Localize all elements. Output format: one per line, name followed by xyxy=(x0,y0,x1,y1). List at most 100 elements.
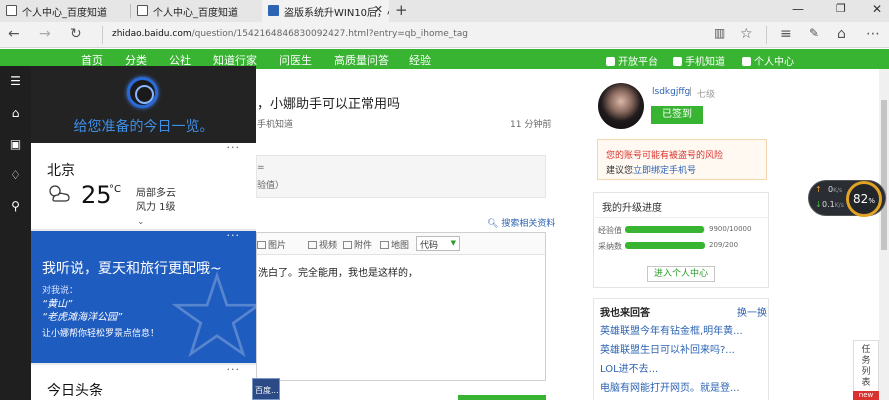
exp-progress-fill xyxy=(625,226,705,233)
map-label: 地图 xyxy=(391,241,410,251)
weather-wind: 风力 1级 xyxy=(136,202,176,213)
close-window-icon[interactable]: ✕ xyxy=(872,2,882,16)
nav-personal-center[interactable]: 个人中心 xyxy=(742,53,794,68)
adopt-progress-bar xyxy=(625,242,705,249)
hamburger-menu-icon[interactable]: ☰ xyxy=(8,74,23,88)
feedback-icon[interactable]: ⚲ xyxy=(8,199,23,213)
cortana-sidebar: ☰ ⌂ ▣ ♢ ⚲ xyxy=(0,66,31,400)
editor-content: 洗白了。完全能用，我也是这样的， xyxy=(258,268,418,279)
divider xyxy=(102,26,103,44)
map-button[interactable]: 地图 xyxy=(380,238,409,251)
username[interactable]: lsdkgjffg xyxy=(652,87,690,97)
weather-card[interactable]: ··· 北京 25 °C 局部多云 风力 1级 ⌄ xyxy=(31,141,256,229)
taskbar-tooltip: 百度... xyxy=(252,378,280,400)
expand-chevron-icon[interactable]: ⌄ xyxy=(137,217,145,227)
upload-speed: 0K/s xyxy=(828,185,842,194)
exp-label: 经验值 xyxy=(598,226,622,235)
bind-phone-link[interactable]: 立即绑定手机号 xyxy=(633,166,696,176)
new-badge: new xyxy=(853,391,879,400)
cortana-greeting: 给您准备的今日一览。 xyxy=(73,119,214,135)
question-time: 11 分钟前 xyxy=(510,120,552,130)
back-icon[interactable]: ← xyxy=(8,26,20,42)
search-related-label: 搜索相关资料 xyxy=(501,219,556,229)
answer-link-4[interactable]: 电脑有网能打开网页。就是登... xyxy=(600,379,740,394)
news-card[interactable]: ··· 今日头条 xyxy=(31,363,256,400)
code-select[interactable]: 代码 ▼ xyxy=(416,236,460,251)
notebook-icon[interactable]: ▣ xyxy=(8,137,23,151)
submit-button[interactable] xyxy=(458,395,546,400)
reading-view-icon[interactable]: ▥ xyxy=(714,26,725,40)
nav-quality-qa[interactable]: 高质量问答 xyxy=(334,52,389,68)
refresh-answers-link[interactable]: 换一换 xyxy=(737,304,767,319)
user-level: 七级 xyxy=(697,90,716,100)
browser-tab-1[interactable]: 个人中心_百度知道 xyxy=(0,0,130,22)
user-icon xyxy=(742,57,751,66)
promo-footer: 让小娜帮你轻松罗景点信息！ xyxy=(42,329,160,339)
tab-title: 个人中心_百度知道 xyxy=(22,8,107,19)
address-field[interactable]: zhidao.baidu.com/question/15421648468300… xyxy=(112,29,468,39)
phone-icon xyxy=(673,57,682,66)
web-note-icon[interactable]: ✎ xyxy=(809,26,819,40)
answer-link-3[interactable]: LOL进不去... xyxy=(600,360,658,375)
hub-icon[interactable]: ≡ xyxy=(780,26,792,42)
insert-image-button[interactable]: 图片 xyxy=(257,238,286,251)
browser-tab-2[interactable]: 个人中心_百度知道 xyxy=(131,0,261,22)
nav-open-platform-label: 开放平台 xyxy=(618,57,658,68)
insert-video-label: 视频 xyxy=(319,241,338,251)
card-menu-icon[interactable]: ··· xyxy=(227,231,241,242)
nav-personal-center-label: 个人中心 xyxy=(754,57,794,68)
exp-progress-bar xyxy=(625,226,705,233)
code-select-value: 代码 xyxy=(420,241,439,251)
answer-link-2[interactable]: 英雄联盟生日可以补回来吗?... xyxy=(600,341,735,356)
lightbulb-icon[interactable]: ♢ xyxy=(8,168,23,182)
more-icon[interactable]: ⋯ xyxy=(866,26,880,42)
page-icon xyxy=(137,5,148,16)
progress-title: 我的升级进度 xyxy=(602,203,662,214)
warning-suggestion: 建议您立即绑定手机号 xyxy=(606,163,696,176)
memory-usage-unit: % xyxy=(868,197,875,205)
avatar[interactable] xyxy=(598,83,644,129)
nav-mobile[interactable]: 手机知道 xyxy=(673,53,725,68)
answer-link-1[interactable]: 英雄联盟今年有钻金框,明年黄... xyxy=(600,322,743,337)
share-icon[interactable]: ⌂ xyxy=(837,26,846,42)
insert-video-button[interactable]: 视频 xyxy=(308,238,337,251)
page-icon xyxy=(6,5,17,16)
image-icon xyxy=(257,241,266,249)
nav-open-platform[interactable]: 开放平台 xyxy=(606,53,658,68)
memory-usage-value: 82 xyxy=(853,192,869,206)
home-icon[interactable]: ⌂ xyxy=(8,106,23,120)
forward-icon[interactable]: → xyxy=(39,26,51,42)
answers-title: 我也来回答 xyxy=(600,308,650,319)
attach-button[interactable]: 附件 xyxy=(343,238,372,251)
nav-experience[interactable]: 经验 xyxy=(409,52,431,68)
minimize-icon[interactable]: — xyxy=(792,2,804,16)
travel-promo-card[interactable]: ··· 我听说，夏天和旅行更配哦~ 对我说： “黄山” “老虎滩海洋公园” 让小… xyxy=(31,231,256,363)
scrollbar-thumb[interactable] xyxy=(881,100,887,250)
adopt-label: 采纳数 xyxy=(598,242,622,251)
question-source[interactable]: 手机知道 xyxy=(257,117,293,130)
new-tab-icon[interactable]: + xyxy=(395,1,408,19)
nav-ask-doctor[interactable]: 问医生 xyxy=(279,52,312,68)
close-tab-icon[interactable]: ✕ xyxy=(374,3,383,16)
card-menu-icon[interactable]: ··· xyxy=(227,141,241,154)
answer-editor[interactable]: 图片 视频 附件 地图 代码 ▼ 洗白了。完全能用，我也是这样的， xyxy=(256,232,546,381)
memory-usage-ring[interactable]: 82% xyxy=(846,181,882,217)
sign-in-button[interactable]: 已签到 xyxy=(651,106,703,124)
divider xyxy=(593,217,769,218)
weather-temp: 25 xyxy=(81,181,112,209)
restore-icon[interactable]: ❐ xyxy=(836,2,846,15)
level-separator: | xyxy=(689,87,693,97)
security-warning-box: 您的账号可能有被盗号的风险 建议您立即绑定手机号 xyxy=(597,139,767,180)
adopt-value: 209/200 xyxy=(709,241,739,249)
card-menu-icon[interactable]: ··· xyxy=(227,363,241,376)
star-icon xyxy=(172,271,256,358)
browser-tab-3[interactable]: 盗版系统升WIN10后，小 ✕ xyxy=(262,0,389,22)
partly-cloudy-icon xyxy=(49,185,70,202)
favorite-star-icon[interactable]: ☆ xyxy=(740,26,753,42)
upload-arrow-icon: ↑ xyxy=(815,185,822,194)
search-related-link[interactable]: 🔍︎ 搜索相关资料 xyxy=(487,216,555,229)
attach-label: 附件 xyxy=(354,241,373,251)
search-icon: 🔍︎ xyxy=(487,219,499,229)
refresh-icon[interactable]: ↻ xyxy=(70,26,82,42)
enter-personal-center-button[interactable]: 进入个人中心 xyxy=(647,266,715,282)
